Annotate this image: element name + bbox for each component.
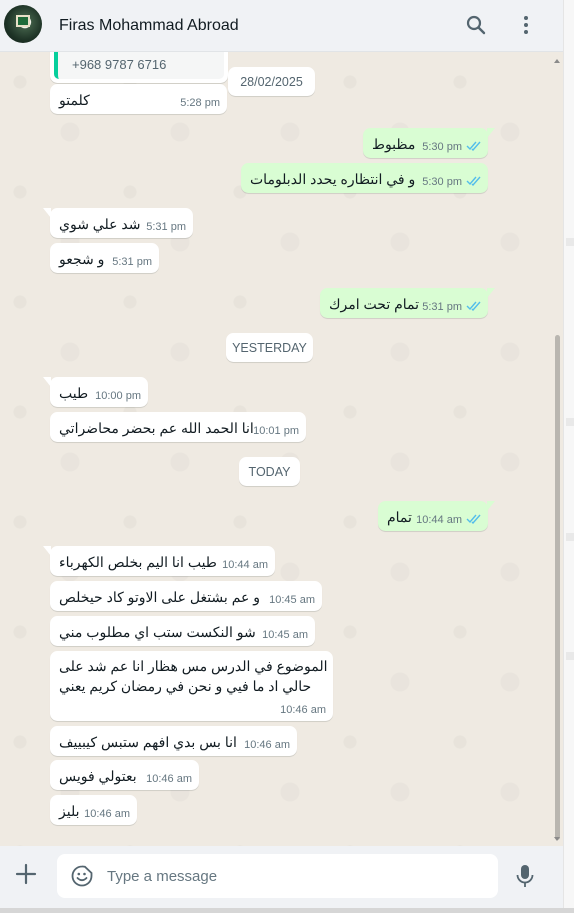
emoji-icon[interactable] bbox=[70, 864, 94, 888]
bubble-tail bbox=[43, 377, 51, 387]
message-incoming[interactable]: و عم بشتغل على الاوتو كاد حيخلص 10:45 am bbox=[50, 581, 322, 611]
edge-mark bbox=[566, 652, 574, 660]
message-time: 5:30 pm bbox=[422, 141, 462, 153]
contact-card-bubble[interactable]: +968 9787 6716 bbox=[50, 52, 228, 83]
message-text: شد علي شوي bbox=[59, 216, 141, 232]
scroll-up-arrow-icon[interactable] bbox=[554, 59, 560, 63]
contact-name[interactable]: Firas Mohammad Abroad bbox=[59, 17, 239, 35]
message-incoming[interactable]: انا بس بدي افهم ستبس كيبييف 10:46 am bbox=[50, 726, 297, 756]
message-text: و في انتظاره يحدد الدبلومات bbox=[250, 171, 416, 187]
date-separator: YESTERDAY bbox=[226, 333, 313, 362]
message-time: 5:31 pm bbox=[112, 256, 152, 268]
message-time: 10:01 pm bbox=[253, 425, 299, 437]
date-separator: TODAY bbox=[239, 457, 300, 486]
message-text: بليز bbox=[59, 803, 80, 819]
message-text: مظبوط bbox=[372, 136, 416, 152]
read-receipt-icon bbox=[466, 176, 481, 186]
edge-mark bbox=[566, 418, 574, 426]
message-incoming[interactable]: و شجعو 5:31 pm bbox=[50, 243, 159, 273]
message-time: 10:44 am bbox=[222, 559, 268, 571]
message-time: 10:46 am bbox=[84, 808, 130, 820]
message-outgoing[interactable]: مظبوط 5:30 pm bbox=[363, 128, 495, 158]
message-outgoing[interactable]: تمام تحت امرك 5:31 pm bbox=[320, 288, 495, 318]
message-text: و شجعو bbox=[59, 251, 105, 267]
microphone-icon[interactable] bbox=[513, 862, 537, 890]
message-time: 10:44 am bbox=[416, 514, 462, 526]
message-list[interactable]: +968 9787 6716 28/02/2025 كلمتو 5:28 pm … bbox=[0, 52, 563, 846]
bubble-tail bbox=[43, 208, 51, 218]
message-outgoing[interactable]: و في انتظاره يحدد الدبلومات 5:30 pm bbox=[241, 163, 488, 193]
bubble-tail bbox=[487, 128, 495, 138]
message-text: طيب bbox=[59, 385, 89, 401]
edge-mark bbox=[566, 533, 574, 541]
avatar-flag bbox=[16, 15, 30, 27]
edge-mark bbox=[566, 238, 574, 246]
message-incoming[interactable]: طيب 10:00 pm bbox=[43, 377, 148, 407]
message-text: تمام تحت امرك bbox=[329, 296, 420, 312]
message-text: و عم بشتغل على الاوتو كاد حيخلص bbox=[59, 589, 261, 605]
bubble-tail bbox=[43, 546, 51, 556]
message-time: 10:46 am bbox=[280, 704, 326, 716]
plus-icon[interactable] bbox=[12, 860, 40, 888]
message-incoming[interactable]: شد علي شوي 5:31 pm bbox=[43, 208, 193, 238]
more-vertical-icon[interactable] bbox=[514, 13, 538, 37]
contact-avatar[interactable] bbox=[4, 5, 42, 43]
message-time: 10:00 pm bbox=[95, 390, 141, 402]
message-text-line-1: الموضوع في الدرس مس هظار انا عم شد على bbox=[59, 658, 328, 674]
message-time: 10:46 am bbox=[244, 739, 290, 751]
message-time: 5:31 pm bbox=[146, 221, 186, 233]
search-icon[interactable] bbox=[464, 13, 488, 37]
chat-scrollbar[interactable] bbox=[553, 60, 562, 845]
date-separator: 28/02/2025 bbox=[228, 67, 315, 96]
message-incoming[interactable]: بليز 10:46 am bbox=[50, 795, 137, 825]
scroll-down-arrow-icon[interactable] bbox=[554, 837, 560, 841]
message-text: كلمتو bbox=[59, 92, 90, 108]
message-text: تمام bbox=[387, 509, 412, 525]
chat-header: Firas Mohammad Abroad bbox=[0, 0, 563, 52]
read-receipt-icon bbox=[466, 301, 481, 311]
message-text: انا الحمد الله عم بحضر محاضراتي bbox=[59, 420, 254, 436]
read-receipt-icon bbox=[466, 514, 481, 524]
message-incoming[interactable]: انا الحمد الله عم بحضر محاضراتي 10:01 pm bbox=[50, 412, 306, 442]
scrollbar-thumb[interactable] bbox=[555, 335, 560, 840]
chat-window: Firas Mohammad Abroad +968 9787 6716 28/… bbox=[0, 0, 563, 913]
message-input-container[interactable] bbox=[57, 854, 498, 898]
message-time: 5:30 pm bbox=[422, 176, 462, 188]
message-time: 10:45 am bbox=[262, 629, 308, 641]
message-time: 5:28 pm bbox=[180, 97, 220, 109]
message-text: انا بس بدي افهم ستبس كيبييف bbox=[59, 734, 237, 750]
composer-bar bbox=[0, 846, 563, 908]
message-text: طيب انا اليم بخلص الكهرباء bbox=[59, 554, 217, 570]
message-outgoing[interactable]: تمام 10:44 am bbox=[378, 501, 495, 531]
message-incoming[interactable]: طيب انا اليم بخلص الكهرباء 10:44 am bbox=[43, 546, 275, 576]
message-incoming[interactable]: بعتولي فويس 10:46 am bbox=[50, 760, 199, 790]
message-incoming[interactable]: الموضوع في الدرس مس هظار انا عم شد على ح… bbox=[50, 651, 333, 721]
bubble-tail bbox=[487, 288, 495, 298]
contact-card-quote: +968 9787 6716 bbox=[54, 52, 224, 79]
window-edge bbox=[563, 0, 574, 913]
contact-phone: +968 9787 6716 bbox=[72, 57, 167, 72]
message-incoming[interactable]: كلمتو 5:28 pm bbox=[50, 84, 227, 114]
read-receipt-icon bbox=[466, 141, 481, 151]
message-text-line-2: حالي اد ما فيي و نحن في رمضان كريم يعني bbox=[59, 678, 312, 694]
window-bottom-edge bbox=[0, 908, 574, 913]
message-incoming[interactable]: شو النكست ستب اي مطلوب مني 10:45 am bbox=[50, 616, 315, 646]
bubble-tail bbox=[487, 501, 495, 511]
message-input[interactable] bbox=[107, 864, 487, 888]
message-text: بعتولي فويس bbox=[59, 768, 137, 784]
message-time: 5:31 pm bbox=[422, 301, 462, 313]
message-time: 10:46 am bbox=[146, 773, 192, 785]
message-time: 10:45 am bbox=[269, 594, 315, 606]
message-text: شو النكست ستب اي مطلوب مني bbox=[59, 624, 256, 640]
